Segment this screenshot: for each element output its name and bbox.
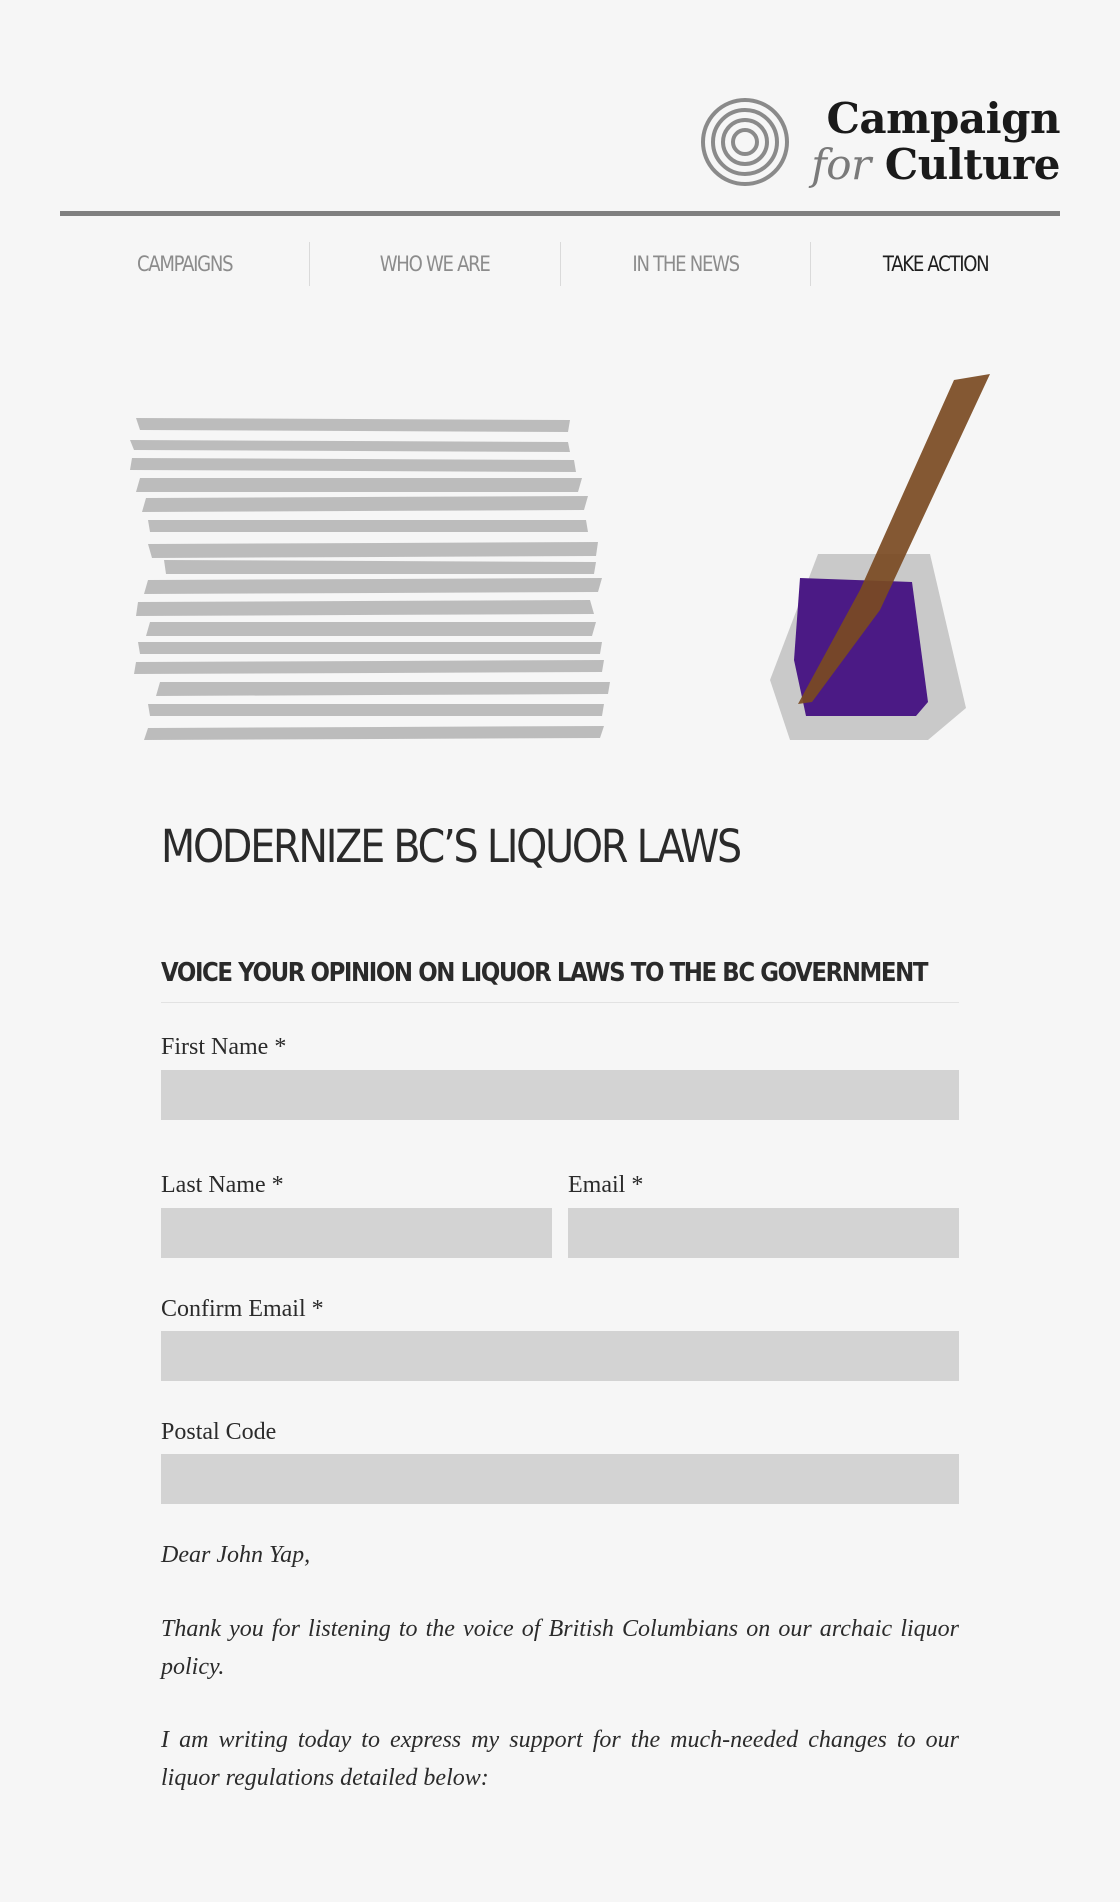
hero-illustration [130, 374, 990, 740]
first-name-label-text: First Name [161, 1034, 269, 1060]
nav-item-who-we-are[interactable]: WHO WE ARE [328, 242, 542, 286]
concentric-circles-logo-icon [701, 98, 790, 186]
main-content: MODERNIZE BC’S LIQUOR LAWS VOICE YOUR OP… [161, 820, 959, 1791]
nav-divider [309, 242, 311, 286]
logo-word-for: for [811, 140, 871, 189]
letter-paragraph: Thank you for listening to the voice of … [161, 1616, 959, 1680]
logo-word-culture: Culture [884, 140, 1061, 189]
paper-lines-illustration [130, 418, 610, 740]
logo-line-campaign: Campaign [826, 94, 1060, 143]
last-name-input[interactable] [161, 1208, 552, 1258]
email-label-text: Email [568, 1172, 626, 1198]
confirm-email-label: Confirm Email * [161, 1296, 324, 1323]
last-name-label-text: Last Name [161, 1172, 266, 1198]
postal-code-label-text: Postal Code [161, 1419, 277, 1445]
letter-paragraph: I am writing today to express my support… [161, 1727, 959, 1791]
nav-item-in-the-news[interactable]: IN THE NEWS [578, 242, 792, 286]
first-name-input[interactable] [161, 1070, 959, 1120]
last-name-label: Last Name * [161, 1172, 284, 1199]
first-name-label: First Name * [161, 1034, 286, 1061]
inkwell-quill-illustration [770, 374, 990, 740]
logo-wordmark: Campaign for Culture [811, 96, 1060, 188]
site-header: Campaign for Culture [60, 0, 1061, 216]
nav-item-take-action[interactable]: TAKE ACTION [828, 242, 1042, 286]
page-title: MODERNIZE BC’S LIQUOR LAWS [161, 820, 742, 873]
confirm-email-label-text: Confirm Email [161, 1296, 306, 1322]
logo-line-for-culture: for Culture [811, 142, 1060, 188]
required-asterisk: * [274, 1034, 287, 1060]
email-input[interactable] [568, 1208, 959, 1258]
postal-code-input[interactable] [161, 1454, 959, 1504]
nav-divider [559, 242, 561, 286]
site-logo[interactable]: Campaign for Culture [699, 96, 1061, 188]
postal-code-label: Postal Code [161, 1419, 276, 1446]
email-label: Email * [568, 1172, 643, 1199]
required-asterisk: * [311, 1296, 324, 1322]
main-navigation: CAMPAIGNS WHO WE ARE IN THE NEWS TAKE AC… [60, 242, 1060, 286]
form-section-header: VOICE YOUR OPINION ON LIQUOR LAWS TO THE… [161, 958, 959, 1003]
confirm-email-input[interactable] [161, 1331, 959, 1381]
required-asterisk: * [631, 1172, 644, 1198]
required-asterisk: * [271, 1172, 284, 1198]
nav-divider [809, 242, 811, 286]
form-section-title: VOICE YOUR OPINION ON LIQUOR LAWS TO THE… [161, 958, 928, 988]
nav-item-campaigns[interactable]: CAMPAIGNS [77, 242, 291, 286]
letter-greeting: Dear John Yap, [161, 1542, 311, 1568]
